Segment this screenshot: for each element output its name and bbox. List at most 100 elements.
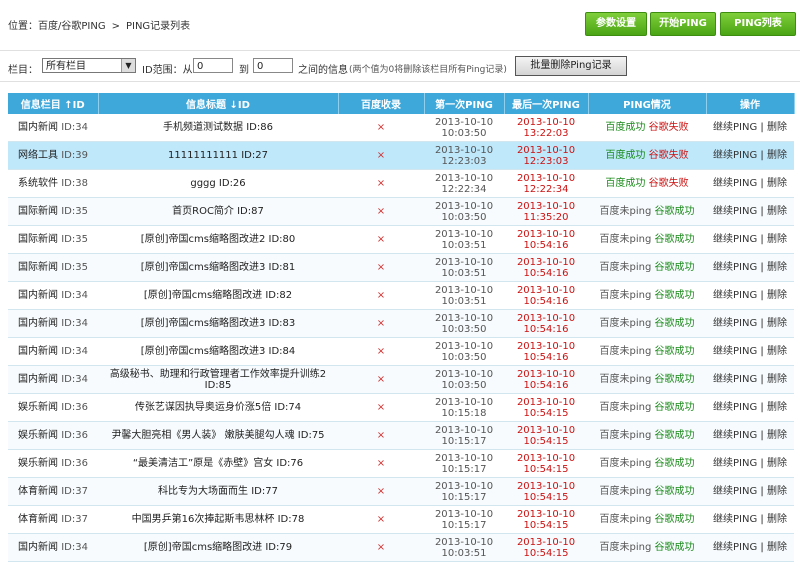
title-link[interactable]: 传张艺谋因执导奥运身价涨5倍 ID:74: [135, 402, 301, 413]
header-column[interactable]: 信息栏目 ↑ID: [8, 93, 99, 114]
cell-baidu: ×: [338, 393, 424, 422]
column-name[interactable]: 国内新闻: [18, 374, 58, 385]
cell-first-ping: 2013-10-10 10:03:50: [424, 365, 504, 394]
header-title[interactable]: 信息标题 ↓ID: [98, 93, 339, 114]
title-link[interactable]: [原创]帝国cms缩略图改进 ID:82: [144, 290, 292, 301]
title-link[interactable]: “最美清洁工”原是《赤壁》宫女 ID:76: [133, 458, 303, 469]
between-label: 之间的信息: [298, 65, 348, 76]
delete-link[interactable]: 删除: [767, 206, 787, 217]
title-link[interactable]: 手机频道测试数据 ID:86: [163, 122, 273, 133]
column-name[interactable]: 国际新闻: [18, 234, 58, 245]
title-link[interactable]: [原创]帝国cms缩略图改进3 ID:83: [141, 318, 296, 329]
column-id: ID:34: [61, 318, 88, 329]
breadcrumb-prefix[interactable]: 位置：百度/谷歌PING: [8, 21, 106, 32]
title-link[interactable]: [原创]帝国cms缩略图改进2 ID:80: [141, 234, 296, 245]
delete-link[interactable]: 删除: [767, 234, 787, 245]
cell-ping-status: 百度未ping 谷歌成功: [588, 365, 706, 394]
not-indexed-icon: ×: [376, 206, 386, 217]
delete-link[interactable]: 删除: [767, 542, 787, 553]
google-status: 谷歌失败: [648, 178, 689, 189]
delete-link[interactable]: 删除: [767, 290, 787, 301]
column-name[interactable]: 国内新闻: [18, 290, 58, 301]
last-ping-time: 10:54:15: [523, 407, 569, 419]
start-ping-button[interactable]: 开始PING: [650, 12, 716, 36]
first-ping-time: 10:03:51: [441, 267, 487, 279]
continue-ping-link[interactable]: 继续PING: [713, 486, 757, 497]
continue-ping-link[interactable]: 继续PING: [713, 374, 757, 385]
cell-title: 科比专为大场面而生 ID:77: [98, 477, 338, 506]
column-name[interactable]: 系统软件: [18, 178, 58, 189]
cell-last-ping: 2013-10-10 10:54:16: [504, 365, 588, 394]
continue-ping-link[interactable]: 继续PING: [713, 542, 757, 553]
continue-ping-link[interactable]: 继续PING: [713, 122, 757, 133]
column-name[interactable]: 国际新闻: [18, 206, 58, 217]
google-status: 谷歌成功: [654, 374, 695, 385]
delete-link[interactable]: 删除: [767, 430, 787, 441]
title-link[interactable]: [原创]帝国cms缩略图改进3 ID:84: [141, 346, 296, 357]
continue-ping-link[interactable]: 继续PING: [713, 234, 757, 245]
continue-ping-link[interactable]: 继续PING: [713, 206, 757, 217]
continue-ping-link[interactable]: 继续PING: [713, 318, 757, 329]
last-ping-date: 2013-10-10: [516, 228, 576, 240]
batch-delete-button[interactable]: 批量删除Ping记录: [515, 56, 627, 76]
title-link[interactable]: 科比专为大场面而生 ID:77: [158, 486, 278, 497]
not-indexed-icon: ×: [376, 430, 386, 441]
column-id: ID:34: [61, 542, 88, 553]
delete-link[interactable]: 删除: [767, 122, 787, 133]
delete-link[interactable]: 删除: [767, 458, 787, 469]
title-link[interactable]: 尹馨大胆亮相《男人装》 嫩肤美腿勾人魂 ID:75: [111, 430, 324, 441]
id-from-input[interactable]: 0: [193, 58, 233, 73]
delete-link[interactable]: 删除: [767, 318, 787, 329]
continue-ping-link[interactable]: 继续PING: [713, 514, 757, 525]
title-link[interactable]: 高级秘书、助理和行政管理者工作效率提升训练2 ID:85: [110, 369, 326, 391]
first-ping-time: 10:03:50: [441, 351, 487, 363]
continue-ping-link[interactable]: 继续PING: [713, 430, 757, 441]
column-name[interactable]: 国内新闻: [18, 122, 58, 133]
delete-link[interactable]: 删除: [767, 150, 787, 161]
column-name[interactable]: 国际新闻: [18, 262, 58, 273]
cell-last-ping: 2013-10-10 10:54:15: [504, 505, 588, 534]
title-link[interactable]: 首页ROC简介 ID:87: [172, 206, 264, 217]
delete-link[interactable]: 删除: [767, 402, 787, 413]
continue-ping-link[interactable]: 继续PING: [713, 346, 757, 357]
title-link[interactable]: gggg ID:26: [190, 178, 245, 189]
delete-link[interactable]: 删除: [767, 486, 787, 497]
first-ping-time: 10:15:17: [441, 463, 487, 475]
column-name[interactable]: 体育新闻: [18, 514, 58, 525]
title-link[interactable]: [原创]帝国cms缩略图改进 ID:79: [144, 542, 292, 553]
continue-ping-link[interactable]: 继续PING: [713, 290, 757, 301]
title-link[interactable]: 中国男乒第16次捧起斯韦思林杯 ID:78: [132, 514, 305, 525]
continue-ping-link[interactable]: 继续PING: [713, 402, 757, 413]
last-ping-time: 10:54:16: [523, 351, 569, 363]
column-name[interactable]: 网络工具: [18, 150, 58, 161]
title-link[interactable]: [原创]帝国cms缩略图改进3 ID:81: [141, 262, 296, 273]
delete-link[interactable]: 删除: [767, 262, 787, 273]
column-name[interactable]: 娱乐新闻: [18, 402, 58, 413]
first-ping-time: 10:03:51: [441, 239, 487, 251]
id-to-input[interactable]: 0: [253, 58, 293, 73]
continue-ping-link[interactable]: 继续PING: [713, 178, 757, 189]
column-name[interactable]: 娱乐新闻: [18, 458, 58, 469]
delete-link[interactable]: 删除: [767, 346, 787, 357]
column-name[interactable]: 国内新闻: [18, 346, 58, 357]
column-name[interactable]: 国内新闻: [18, 318, 58, 329]
cell-first-ping: 2013-10-10 10:15:17: [424, 477, 504, 506]
first-ping-time: 12:23:03: [441, 155, 487, 167]
ping-list-button[interactable]: PING列表: [720, 12, 796, 36]
column-name[interactable]: 国内新闻: [18, 542, 58, 553]
column-select[interactable]: 所有栏目 ▼: [42, 58, 136, 73]
column-id: ID:34: [61, 122, 88, 133]
continue-ping-link[interactable]: 继续PING: [713, 458, 757, 469]
google-status: 谷歌成功: [654, 206, 695, 217]
delete-link[interactable]: 删除: [767, 178, 787, 189]
continue-ping-link[interactable]: 继续PING: [713, 262, 757, 273]
last-ping-time: 10:54:15: [523, 435, 569, 447]
continue-ping-link[interactable]: 继续PING: [713, 150, 757, 161]
column-name[interactable]: 娱乐新闻: [18, 430, 58, 441]
not-indexed-icon: ×: [376, 150, 386, 161]
settings-button[interactable]: 参数设置: [585, 12, 647, 36]
delete-link[interactable]: 删除: [767, 514, 787, 525]
title-link[interactable]: 11111111111 ID:27: [168, 150, 268, 161]
delete-link[interactable]: 删除: [767, 374, 787, 385]
column-name[interactable]: 体育新闻: [18, 486, 58, 497]
